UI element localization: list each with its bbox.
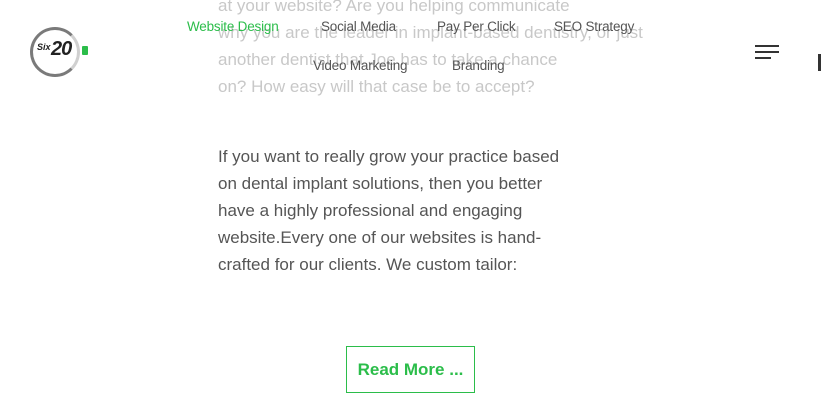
article-line: on dental implant solutions, then you be… [218, 174, 543, 193]
faded-line: on? How easy will that case be to accept… [218, 77, 535, 96]
logo-accent-mark [82, 46, 88, 55]
article-line: website.Every one of our websites is han… [218, 228, 542, 247]
logo-twenty-text: 20 [51, 38, 72, 60]
site-logo[interactable]: Six 20 [30, 27, 92, 77]
logo-six-text: Six [37, 42, 51, 52]
faded-line: another dentist that Joe has to take a c… [218, 50, 558, 69]
nav-pay-per-click[interactable]: Pay Per Click [437, 19, 516, 34]
scroll-indicator[interactable] [818, 54, 821, 71]
faded-line: at your website? Are you helping communi… [218, 0, 570, 15]
nav-website-design[interactable]: Website Design [187, 19, 279, 34]
nav-seo-strategy[interactable]: SEO Strategy [554, 19, 634, 34]
read-more-button[interactable]: Read More ... [346, 346, 475, 393]
article-line: crafted for our clients. We custom tailo… [218, 255, 518, 274]
nav-branding[interactable]: Branding [452, 58, 505, 73]
article-line: have a highly professional and engaging [218, 201, 523, 220]
article-paragraph: If you want to really grow your practice… [218, 143, 598, 278]
hamburger-menu-icon[interactable] [755, 45, 779, 59]
nav-social-media[interactable]: Social Media [321, 19, 396, 34]
nav-video-marketing[interactable]: Video Marketing [313, 58, 408, 73]
article-line: If you want to really grow your practice… [218, 147, 560, 166]
faded-article-text: at your website? Are you helping communi… [218, 0, 643, 100]
